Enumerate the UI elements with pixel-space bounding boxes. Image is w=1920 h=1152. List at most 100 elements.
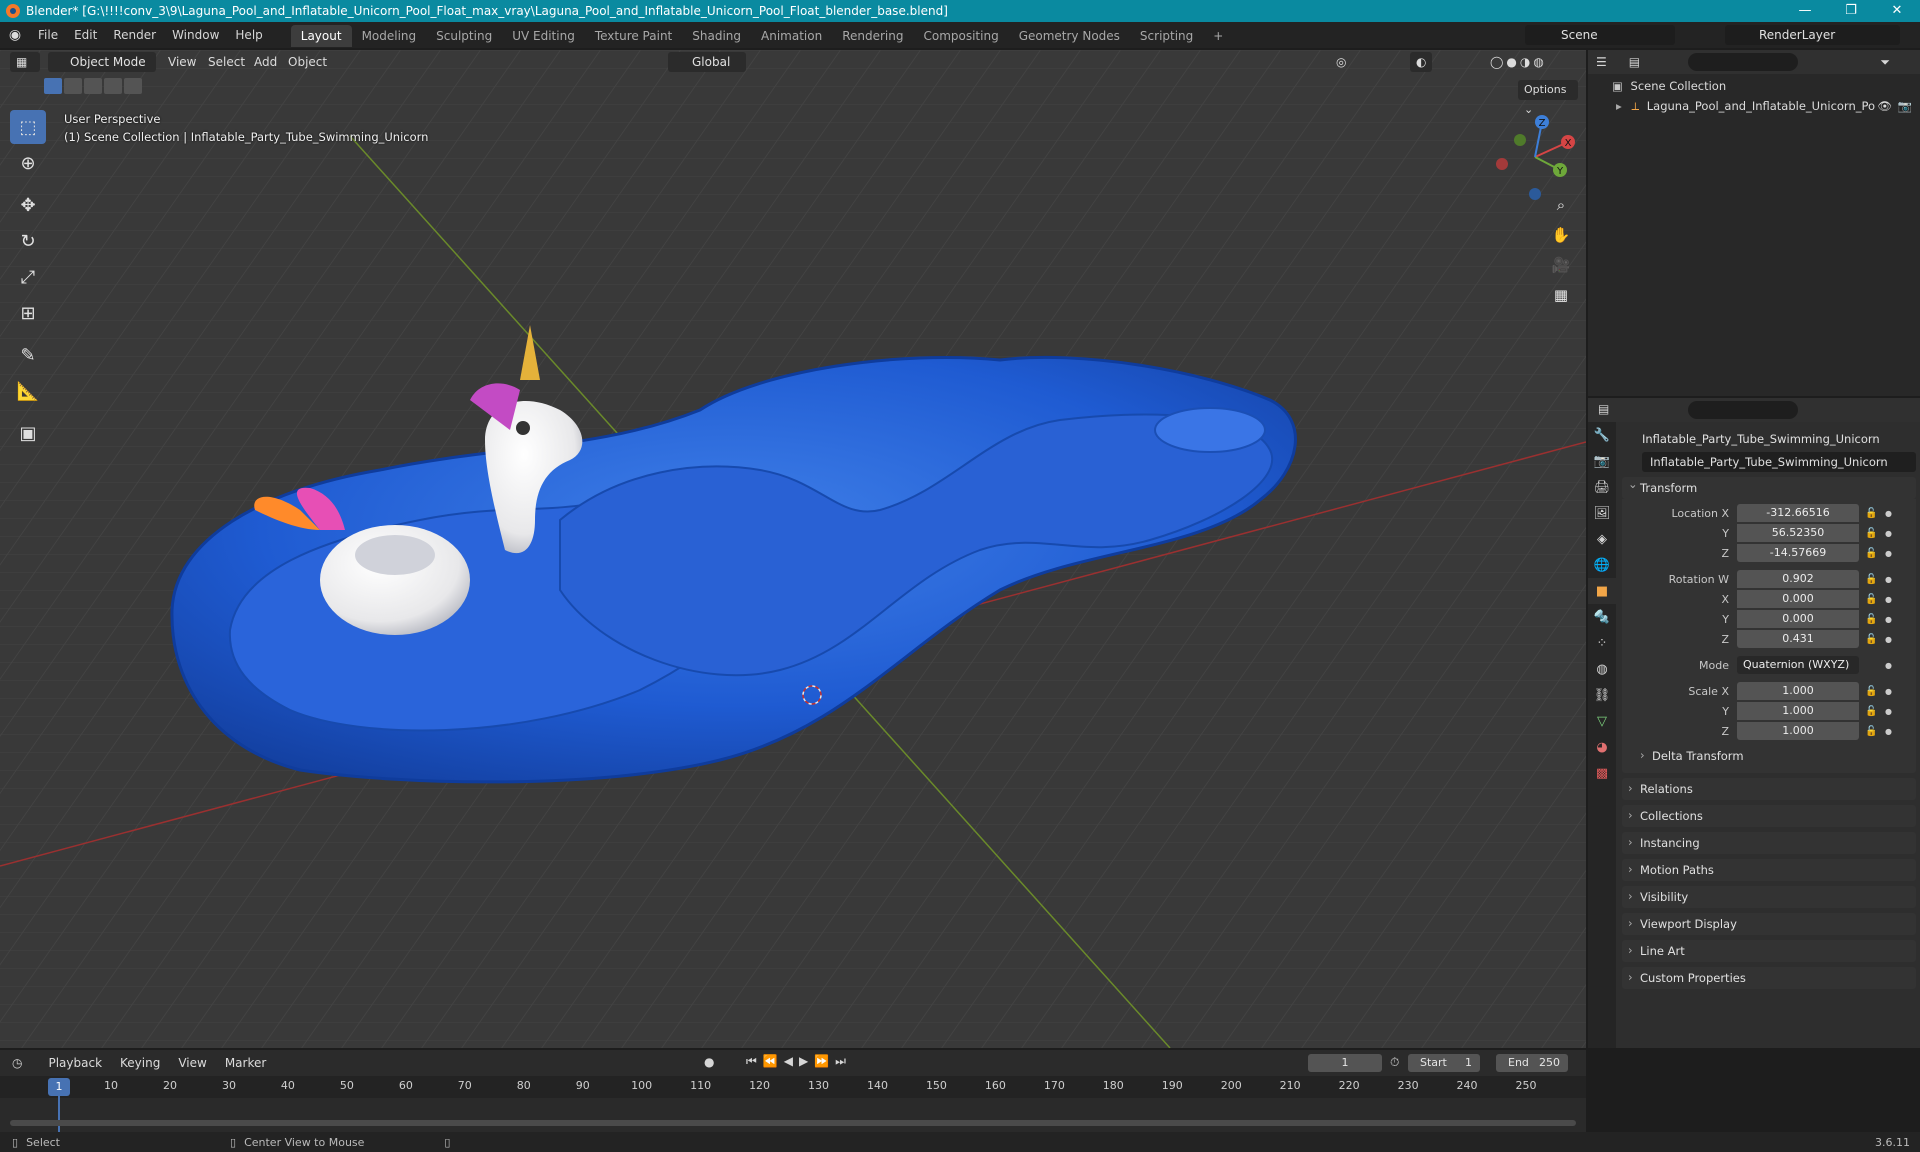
mode-selector[interactable]: Object Mode xyxy=(48,52,156,72)
lock-icon[interactable]: 🔓 xyxy=(1865,528,1879,539)
delta-transform-header[interactable]: Delta Transform xyxy=(1622,744,1916,767)
tab-sculpting[interactable]: Sculpting xyxy=(426,25,502,47)
menu-select[interactable]: Select xyxy=(208,52,245,72)
data-tab-icon[interactable]: ▽ xyxy=(1588,708,1616,734)
measure-tool-icon[interactable]: 📐 xyxy=(10,374,46,408)
expand-arrow-icon[interactable]: ▸ xyxy=(1616,99,1622,113)
keyframe-dot-icon[interactable]: ● xyxy=(1885,727,1895,736)
object-name-field[interactable]: Inflatable_Party_Tube_Swimming_Unicorn xyxy=(1642,452,1916,472)
scale-x-field[interactable]: 1.000 xyxy=(1737,682,1859,700)
tab-texture-paint[interactable]: Texture Paint xyxy=(585,25,682,47)
tab-rendering[interactable]: Rendering xyxy=(832,25,913,47)
cursor-tool-icon[interactable]: ⊕ xyxy=(10,146,46,180)
move-tool-icon[interactable]: ✥ xyxy=(10,188,46,222)
view-layer-selector[interactable]: RenderLayer xyxy=(1725,25,1900,45)
keyframe-dot-icon[interactable]: ● xyxy=(1885,529,1895,538)
timeline-scrollbar[interactable] xyxy=(10,1120,1576,1126)
location-z-field[interactable]: -14.57669 xyxy=(1737,544,1859,562)
keyframe-dot-icon[interactable]: ● xyxy=(1885,707,1895,716)
select-subtract-icon[interactable] xyxy=(84,78,102,94)
instancing-panel-header[interactable]: Instancing xyxy=(1622,831,1916,854)
lock-icon[interactable]: 🔓 xyxy=(1865,594,1879,605)
location-y-field[interactable]: 56.52350 xyxy=(1737,524,1859,542)
outliner-scene-collection[interactable]: ▣ Scene Collection xyxy=(1588,76,1920,96)
lock-icon[interactable]: 🔓 xyxy=(1865,726,1879,737)
lock-icon[interactable]: 🔓 xyxy=(1865,614,1879,625)
timeline-editor-icon[interactable]: ◷ xyxy=(12,1056,22,1070)
keyframe-dot-icon[interactable]: ● xyxy=(1885,595,1895,604)
3d-viewport[interactable]: ▦ Object Mode View Select Add Object Glo… xyxy=(0,50,1586,1048)
editor-type-icon[interactable]: ▦ xyxy=(10,52,40,72)
menu-help[interactable]: Help xyxy=(227,22,270,48)
pan-hand-icon[interactable]: ✋ xyxy=(1548,222,1574,248)
eye-icon[interactable]: 👁 xyxy=(1877,96,1892,116)
rotate-tool-icon[interactable]: ↻ xyxy=(10,224,46,258)
visibility-panel-header[interactable]: Visibility xyxy=(1622,885,1916,908)
lock-icon[interactable]: 🔓 xyxy=(1865,686,1879,697)
outliner-item[interactable]: ▸ ⟂ Laguna_Pool_and_Inflatable_Unicorn_P… xyxy=(1588,96,1920,116)
tab-layout[interactable]: Layout xyxy=(290,25,352,47)
maximize-button[interactable]: ❐ xyxy=(1828,0,1874,22)
tab-compositing[interactable]: Compositing xyxy=(913,25,1008,47)
options-button[interactable]: Options ⌄ xyxy=(1518,80,1578,116)
tab-animation[interactable]: Animation xyxy=(751,25,832,47)
motion-paths-panel-header[interactable]: Motion Paths xyxy=(1622,858,1916,881)
rotation-mode-select[interactable]: Quaternion (WXYZ) xyxy=(1737,656,1859,674)
outliner-display-icon[interactable]: ▤ xyxy=(1629,55,1640,69)
outliner-editor-icon[interactable]: ☰ xyxy=(1596,55,1607,69)
lock-icon[interactable]: 🔓 xyxy=(1865,548,1879,559)
menu-render[interactable]: Render xyxy=(105,22,164,48)
output-tab-icon[interactable]: 🖨 xyxy=(1588,474,1616,500)
lock-icon[interactable]: 🔓 xyxy=(1865,634,1879,645)
tab-modeling[interactable]: Modeling xyxy=(352,25,427,47)
rotation-w-field[interactable]: 0.902 xyxy=(1737,570,1859,588)
location-x-field[interactable]: -312.66516 xyxy=(1737,504,1859,522)
keyframe-dot-icon[interactable]: ● xyxy=(1885,509,1895,518)
menu-view[interactable]: View xyxy=(168,52,196,72)
modifier-tab-icon[interactable]: 🔩 xyxy=(1588,604,1616,630)
tab-geometry-nodes[interactable]: Geometry Nodes xyxy=(1009,25,1130,47)
menu-edit[interactable]: Edit xyxy=(66,22,105,48)
lock-icon[interactable]: 🔓 xyxy=(1865,508,1879,519)
menu-marker[interactable]: Marker xyxy=(219,1053,272,1073)
transform-tool-icon[interactable]: ⊞ xyxy=(10,296,46,330)
menu-object[interactable]: Object xyxy=(288,52,327,72)
tab-scripting[interactable]: Scripting xyxy=(1130,25,1203,47)
menu-file[interactable]: File xyxy=(30,22,66,48)
menu-add[interactable]: Add xyxy=(254,52,277,72)
orientation-selector[interactable]: Global xyxy=(668,52,746,72)
blender-menu-icon[interactable]: ◉ xyxy=(0,27,30,43)
scale-z-field[interactable]: 1.000 xyxy=(1737,722,1859,740)
tab-uv-editing[interactable]: UV Editing xyxy=(502,25,585,47)
menu-keying[interactable]: Keying xyxy=(114,1053,166,1073)
view-layer-tab-icon[interactable]: 🖼 xyxy=(1588,500,1616,526)
lock-icon[interactable]: 🔓 xyxy=(1865,574,1879,585)
render-tab-icon[interactable]: 📷 xyxy=(1588,448,1616,474)
zoom-icon[interactable]: ⌕ xyxy=(1548,192,1574,218)
properties-editor-icon[interactable]: ▤ xyxy=(1598,402,1609,416)
start-frame-field[interactable]: Start 1 xyxy=(1408,1054,1480,1072)
keyframe-dot-icon[interactable]: ● xyxy=(1885,575,1895,584)
relations-panel-header[interactable]: Relations xyxy=(1622,777,1916,800)
scale-tool-icon[interactable]: ⤢ xyxy=(10,260,46,294)
select-intersect-icon[interactable] xyxy=(124,78,142,94)
tab-shading[interactable]: Shading xyxy=(682,25,751,47)
grid-perspective-icon[interactable]: ▦ xyxy=(1548,282,1574,308)
keyframe-dot-icon[interactable]: ● xyxy=(1885,615,1895,624)
frame-ruler[interactable]: 1102030405060708090100110120130140150160… xyxy=(0,1076,1586,1098)
outliner-search-input[interactable] xyxy=(1688,53,1798,71)
clock-icon[interactable]: ⏱ xyxy=(1390,1055,1399,1070)
constraints-tab-icon[interactable]: ⛓ xyxy=(1588,682,1616,708)
custom-properties-panel-header[interactable]: Custom Properties xyxy=(1622,966,1916,989)
rotation-y-field[interactable]: 0.000 xyxy=(1737,610,1859,628)
add-cube-tool-icon[interactable]: ▣ xyxy=(10,416,46,450)
current-frame-indicator[interactable]: 1 xyxy=(48,1078,70,1096)
object-tab-icon[interactable]: ■ xyxy=(1588,578,1616,604)
keyframe-dot-icon[interactable]: ● xyxy=(1885,661,1895,670)
scale-y-field[interactable]: 1.000 xyxy=(1737,702,1859,720)
collections-panel-header[interactable]: Collections xyxy=(1622,804,1916,827)
shading-modes-icon[interactable]: ◯●◑◍ xyxy=(1484,52,1553,72)
transform-panel-header[interactable]: Transform xyxy=(1622,473,1916,499)
end-frame-field[interactable]: End 250 xyxy=(1496,1054,1568,1072)
annotate-tool-icon[interactable]: ✎ xyxy=(10,338,46,372)
